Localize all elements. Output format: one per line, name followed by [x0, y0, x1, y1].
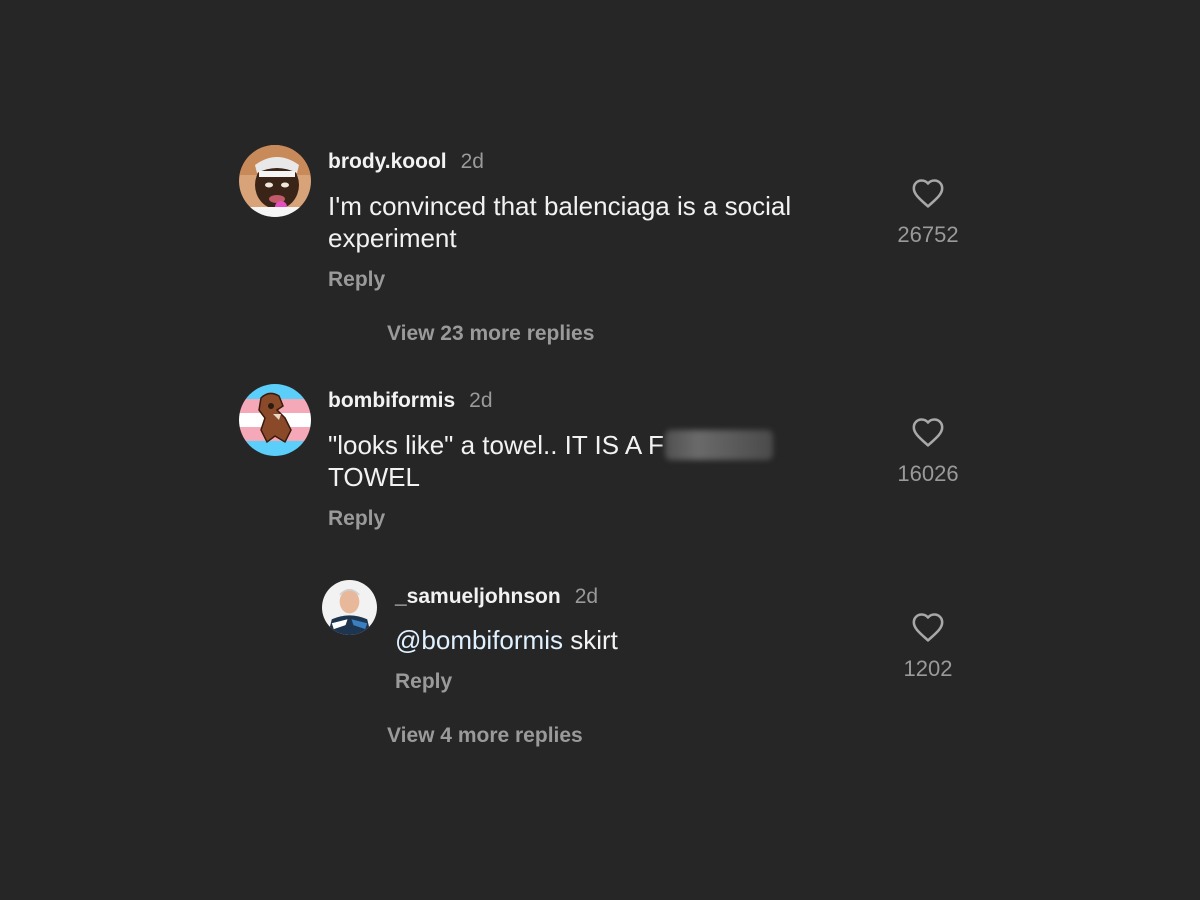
avatar-samueljohnson[interactable] [322, 580, 377, 635]
timestamp: 2d [469, 389, 493, 412]
username[interactable]: brody.koool [328, 150, 447, 174]
comment-text: I'm convinced that balenciaga is a socia… [328, 191, 792, 253]
avatar-brody-koool[interactable] [239, 145, 311, 217]
heart-outline-icon[interactable] [911, 177, 945, 209]
profile-photo-icon [239, 384, 311, 456]
reply-button[interactable]: Reply [328, 507, 385, 531]
comment-text: "looks like" a towel.. IT IS A F TOWEL [328, 429, 848, 493]
view-more-replies-button[interactable]: View 23 more replies [387, 322, 594, 346]
comment-text-part: "looks like" a towel.. IT IS A F [328, 430, 664, 460]
reply-text-part: skirt [570, 625, 618, 655]
timestamp: 2d [574, 585, 599, 608]
comments-screen: brody.koool 2d I'm convinced that balenc… [0, 0, 1200, 900]
profile-photo-icon [239, 145, 311, 217]
like-count: 16026 [897, 461, 959, 486]
like-count: 26752 [897, 222, 959, 247]
reply-button[interactable]: Reply [328, 268, 385, 292]
username[interactable]: _samueljohnson [395, 585, 561, 609]
reply-text: @bombiformis skirt [395, 624, 855, 656]
timestamp: 2d [460, 150, 484, 173]
heart-outline-icon[interactable] [911, 416, 945, 448]
reply-header: _samueljohnson 2d [395, 585, 598, 609]
profile-photo-icon [322, 580, 377, 635]
mention-link[interactable]: @bombiformis [395, 625, 563, 655]
comment-text-part: TOWEL [328, 462, 420, 492]
view-more-replies-button[interactable]: View 4 more replies [387, 724, 583, 748]
like-count: 1202 [903, 656, 953, 681]
avatar-bombiformis[interactable] [239, 384, 311, 456]
censored-blur [664, 430, 773, 460]
heart-outline-icon[interactable] [911, 611, 945, 643]
comment-header: bombiformis 2d [328, 389, 493, 413]
comment-header: brody.koool 2d [328, 150, 484, 174]
username[interactable]: bombiformis [328, 389, 455, 413]
reply-button[interactable]: Reply [395, 670, 452, 694]
